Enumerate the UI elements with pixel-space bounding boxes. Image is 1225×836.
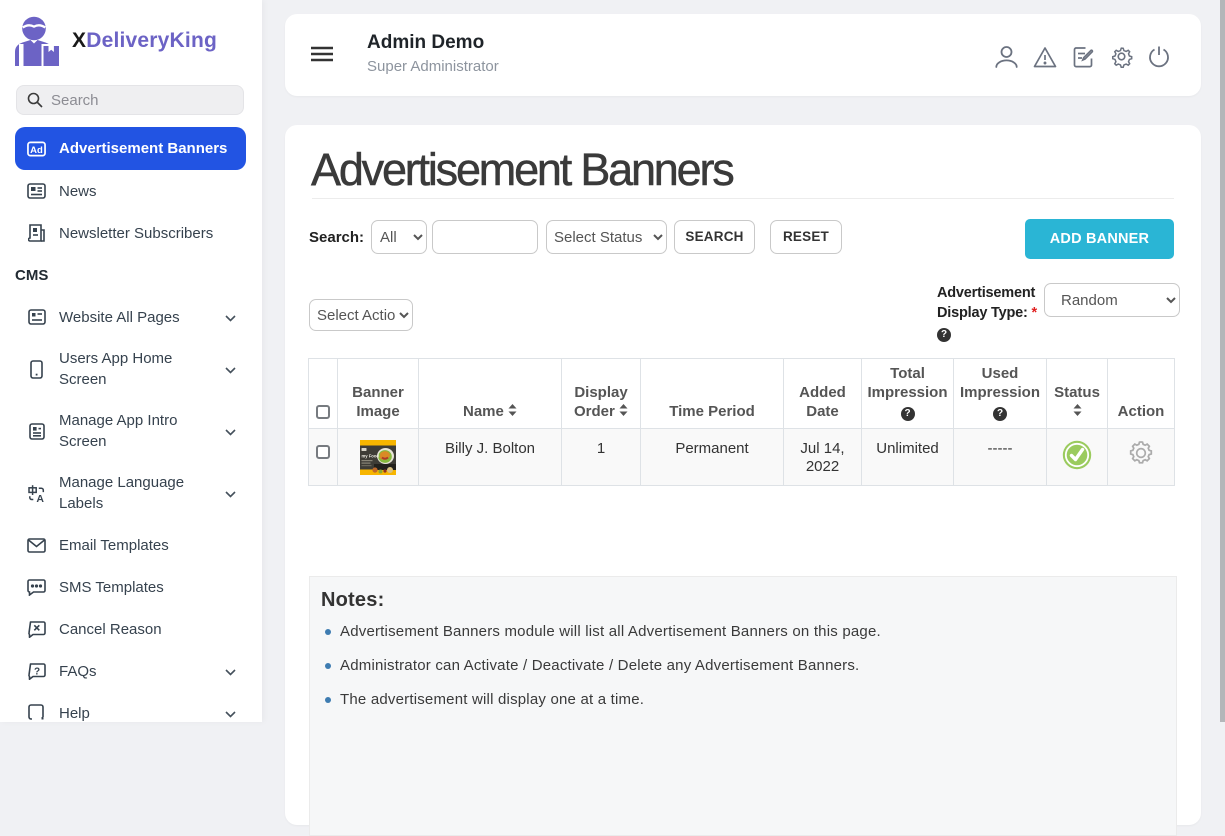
svg-text:Ad: Ad (30, 144, 43, 155)
svg-text:?: ? (33, 666, 39, 677)
svg-text:A: A (36, 493, 44, 503)
svg-text:my Food: my Food (362, 454, 380, 459)
